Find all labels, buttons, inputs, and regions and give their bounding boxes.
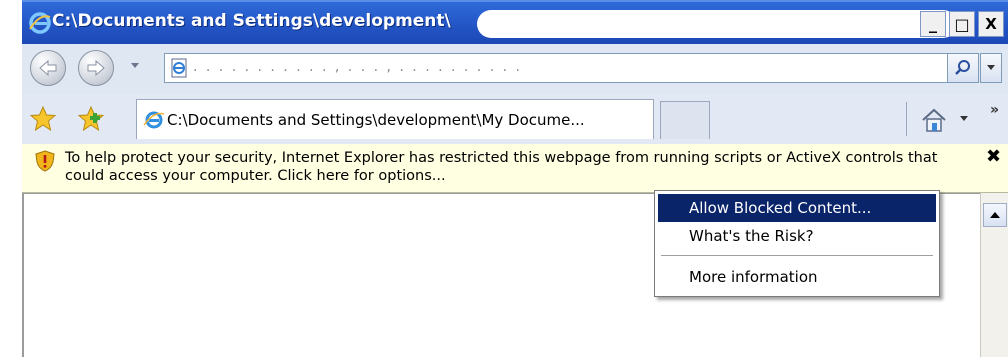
ie-page-icon [143,111,165,129]
toolbar-overflow-chevron[interactable]: » [990,102,999,118]
ie-logo-icon [29,12,51,34]
address-bar[interactable]: . . . . . . . . . . . , . . . , . . . . … [164,53,950,83]
menu-separator [661,255,933,256]
tab-bar: C:\Documents and Settings\development\My… [22,94,1008,145]
arrow-up-icon [990,212,1000,218]
maximize-button[interactable]: □ [949,11,975,37]
menu-item-more-information[interactable]: More information [658,263,936,291]
vertical-scrollbar[interactable] [980,193,1008,357]
info-bar-message: To help protect your security, Internet … [65,150,938,184]
minimize-icon: _ [929,14,937,33]
title-redaction [477,10,957,38]
title-bar[interactable]: C:\Documents and Settings\development\ _… [22,0,1008,46]
tab-label: C:\Documents and Settings\development\My… [167,111,585,129]
chevron-down-icon[interactable] [960,116,968,122]
search-button[interactable] [947,53,979,83]
home-icon[interactable] [920,107,948,133]
menu-item-allow-blocked-content[interactable]: Allow Blocked Content... [658,194,936,222]
menu-item-whats-the-risk[interactable]: What's the Risk? [658,222,936,250]
search-icon [955,60,970,75]
window-title: C:\Documents and Settings\development\ [52,11,451,31]
close-button[interactable]: X [978,11,1004,37]
ie-window: C:\Documents and Settings\development\ _… [22,0,1008,357]
chevron-down-icon [987,65,995,70]
page-icon [171,58,187,78]
forward-arrow-icon [87,60,105,76]
toolbar-divider [906,102,907,136]
chevron-down-icon[interactable] [130,62,140,70]
close-icon: X [985,15,997,33]
favorites-star-icon[interactable] [30,106,56,132]
address-input[interactable]: . . . . . . . . . . . , . . . , . . . . … [193,59,753,75]
back-button[interactable] [30,50,66,86]
navigation-bar: . . . . . . . . . . . , . . . , . . . . … [22,44,1008,94]
info-bar-context-menu: Allow Blocked Content... What's the Risk… [654,190,940,297]
maximize-icon: □ [954,14,970,34]
tab-active[interactable]: C:\Documents and Settings\development\My… [136,99,654,139]
search-dropdown[interactable] [980,53,1002,83]
new-tab-button[interactable] [660,101,710,139]
shield-warning-icon [35,150,55,172]
minimize-button[interactable]: _ [920,11,946,37]
forward-button[interactable] [78,50,114,86]
window-controls: _ □ X [920,11,1004,37]
information-bar[interactable]: To help protect your security, Internet … [22,144,1008,193]
add-favorite-icon[interactable] [78,106,104,132]
back-arrow-icon [39,60,57,76]
scroll-up-button[interactable] [983,203,1007,227]
info-bar-close-icon[interactable]: ✖ [986,146,1001,167]
